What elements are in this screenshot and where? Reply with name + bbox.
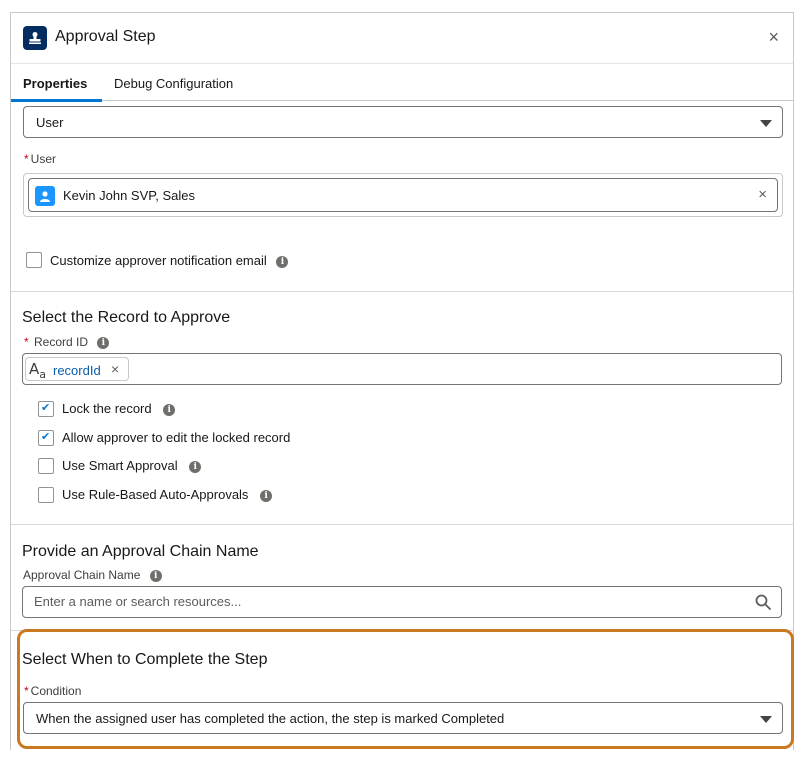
- required-indicator: *: [24, 335, 29, 349]
- remove-user-icon[interactable]: ×: [758, 186, 767, 203]
- chevron-down-icon: [760, 120, 772, 127]
- panel-title: Approval Step: [55, 28, 156, 45]
- auto-approvals-checkbox[interactable]: [38, 487, 54, 503]
- panel-header: Approval Step ×: [11, 13, 793, 63]
- customize-email-checkbox[interactable]: [26, 252, 42, 268]
- section-divider: [11, 291, 793, 292]
- tab-properties[interactable]: Properties: [23, 76, 87, 91]
- user-lookup-field[interactable]: Kevin John SVP, Sales ×: [23, 173, 783, 217]
- selected-user-pill[interactable]: Kevin John SVP, Sales ×: [28, 178, 778, 212]
- info-icon[interactable]: i: [276, 255, 289, 268]
- approver-type-select[interactable]: User: [23, 106, 783, 138]
- info-icon[interactable]: i: [163, 403, 176, 416]
- user-icon: [35, 186, 55, 206]
- info-icon[interactable]: i: [149, 569, 162, 582]
- auto-approvals-label: Use Rule-Based Auto-Approvals i: [62, 487, 273, 502]
- chain-section-title: Provide an Approval Chain Name: [22, 543, 259, 560]
- text-type-icon: Aa: [29, 360, 47, 381]
- lock-record-checkbox[interactable]: [38, 401, 54, 417]
- chain-name-field[interactable]: [22, 586, 782, 618]
- allow-edit-checkbox[interactable]: [38, 430, 54, 446]
- section-divider: [11, 524, 793, 525]
- approval-step-panel: Approval Step × Properties Debug Configu…: [10, 12, 794, 750]
- selected-user-name: Kevin John SVP, Sales: [63, 188, 196, 203]
- info-icon[interactable]: i: [97, 336, 110, 349]
- record-id-label: * Record ID i: [24, 335, 110, 349]
- record-id-token[interactable]: Aa recordId ×: [25, 357, 129, 381]
- smart-approval-checkbox[interactable]: [38, 458, 54, 474]
- info-icon[interactable]: i: [189, 460, 202, 473]
- chain-name-input[interactable]: [34, 594, 734, 609]
- smart-approval-label: Use Smart Approval i: [62, 458, 202, 473]
- tab-bar: Properties Debug Configuration: [11, 63, 793, 102]
- highlight-frame: [17, 629, 794, 749]
- required-indicator: *: [24, 152, 29, 166]
- chain-name-label: Approval Chain Name i: [23, 568, 162, 582]
- allow-edit-label: Allow approver to edit the locked record: [62, 430, 291, 445]
- remove-token-icon[interactable]: ×: [111, 361, 119, 377]
- record-id-token-value: recordId: [53, 363, 101, 378]
- search-icon[interactable]: [755, 594, 771, 613]
- tab-debug-configuration[interactable]: Debug Configuration: [114, 76, 233, 91]
- record-section-title: Select the Record to Approve: [22, 309, 231, 326]
- lock-record-label: Lock the record i: [62, 401, 176, 416]
- record-id-field[interactable]: Aa recordId ×: [22, 353, 782, 385]
- approver-type-value: User: [36, 115, 64, 130]
- info-icon[interactable]: i: [260, 489, 273, 502]
- approval-stamp-icon: [23, 26, 47, 50]
- close-icon[interactable]: ×: [768, 28, 779, 46]
- customize-email-label: Customize approver notification email i: [50, 253, 289, 268]
- active-tab-indicator: [11, 99, 102, 102]
- user-field-label: * User: [24, 152, 57, 166]
